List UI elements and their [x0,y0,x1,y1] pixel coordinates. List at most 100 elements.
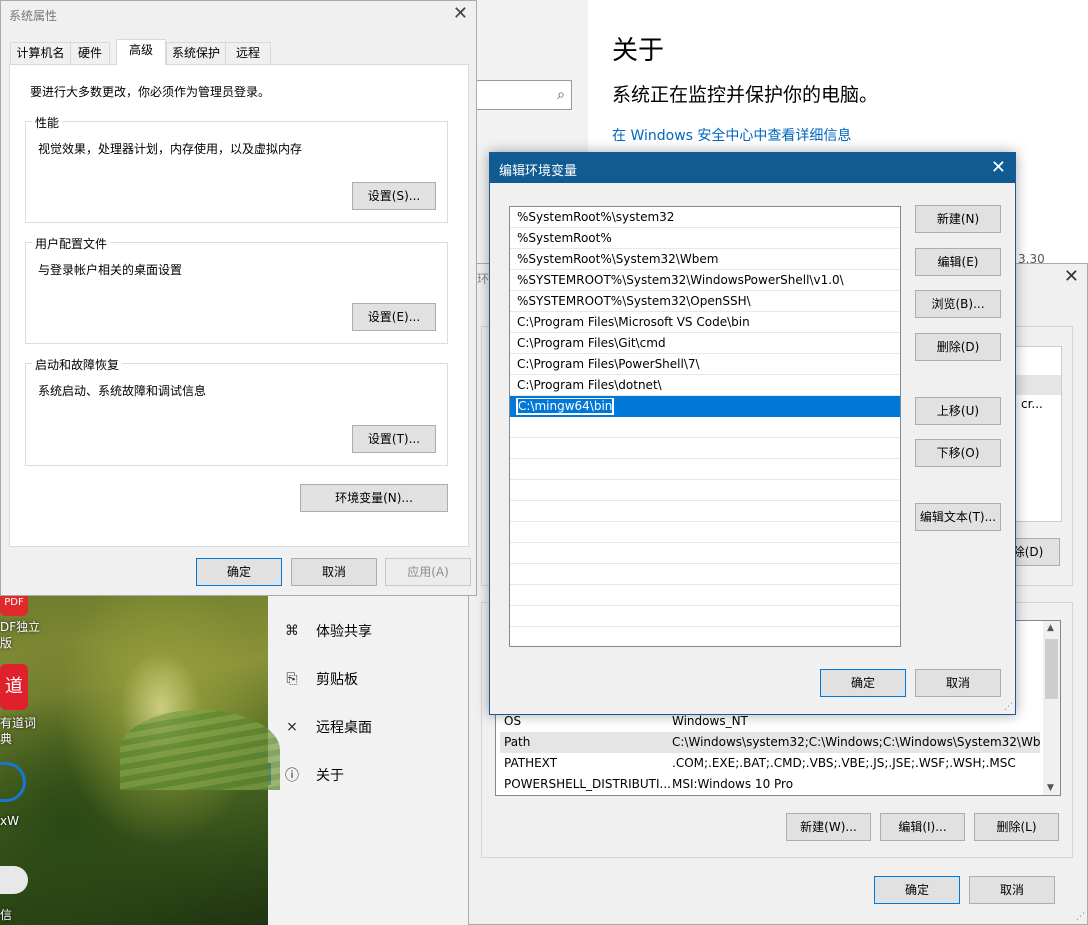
resize-grip-icon[interactable]: ⋰ [1004,702,1013,712]
browse-button[interactable]: 浏览(B)... [915,290,1001,318]
edit-text-button[interactable]: 编辑文本(T)... [915,503,1001,531]
path-item-editing[interactable]: C:\mingw64\bin [510,396,900,417]
close-icon[interactable]: ✕ [1064,266,1079,287]
search-icon: ⌕ [557,87,565,103]
share-icon: ⌘ [285,623,299,639]
tab-advanced[interactable]: 高级 [116,39,166,65]
path-item[interactable]: %SYSTEMROOT%\System32\WindowsPowerShell\… [510,270,900,291]
empty-row [510,606,900,627]
path-item[interactable]: %SYSTEMROOT%\System32\OpenSSH\ [510,291,900,312]
empty-row [510,459,900,480]
security-center-link[interactable]: 在 Windows 安全中心中查看详细信息 [612,125,851,145]
cancel-button[interactable]: 取消 [969,876,1055,904]
ok-button[interactable]: 确定 [874,876,960,904]
desktop-icon-label: 信 [0,908,13,922]
empty-row [510,522,900,543]
variable-name: Path [504,735,531,749]
edit-button[interactable]: 编辑(E) [915,248,1001,276]
scroll-down-icon[interactable]: ▼ [1047,783,1054,793]
table-row[interactable]: POWERSHELL_DISTRIBUTI... MSI:Windows 10 … [500,774,1040,795]
nav-item-label: 剪贴板 [316,672,358,688]
close-icon[interactable]: ✕ [991,157,1006,178]
move-up-button[interactable]: 上移(U) [915,397,1001,425]
tab-remote[interactable]: 远程 [225,42,271,64]
scroll-up-icon[interactable]: ▲ [1047,623,1054,633]
tab-panel-advanced: 要进行大多数更改，你必须作为管理员登录。 性能 视觉效果，处理器计划，内存使用，… [9,64,469,547]
path-item[interactable]: %SystemRoot%\System32\Wbem [510,249,900,270]
path-item[interactable]: %SystemRoot% [510,228,900,249]
desktop-icon-label: 有道词 [0,716,37,730]
user-profiles-settings-button[interactable]: 设置(E)... [352,303,436,331]
environment-variables-button[interactable]: 环境变量(N)... [300,484,448,512]
system-delete-button[interactable]: 删除(L) [974,813,1059,841]
path-item[interactable]: %SystemRoot%\system32 [510,207,900,228]
path-list[interactable]: %SystemRoot%\system32 %SystemRoot% %Syst… [509,206,901,647]
nav-item-label: 关于 [316,768,344,784]
path-edit-input[interactable]: C:\mingw64\bin [515,397,616,416]
youdao-dict-icon[interactable]: 道 [0,664,28,710]
delete-button[interactable]: 删除(D) [915,333,1001,361]
table-row[interactable]: PATHEXT .COM;.EXE;.BAT;.CMD;.VBS;.VBE;.J… [500,753,1040,774]
ok-button[interactable]: 确定 [196,558,282,586]
nav-item-remote-desktop[interactable]: ⨯ 远程桌面 [282,715,372,739]
variable-name: POWERSHELL_DISTRIBUTI... [504,777,671,791]
tab-hardware[interactable]: 硬件 [70,42,110,64]
ok-button[interactable]: 确定 [820,669,906,697]
group-description: 与登录帐户相关的桌面设置 [38,263,183,277]
group-legend: 性能 [32,114,63,131]
variable-name: PATHEXT [504,756,558,770]
scrollbar-thumb[interactable] [1045,639,1058,699]
cancel-button[interactable]: 取消 [915,669,1001,697]
group-legend: 启动和故障恢复 [32,356,123,373]
window-title: 系统属性 [9,9,58,23]
system-new-button[interactable]: 新建(W)... [786,813,871,841]
startup-recovery-group: 启动和故障恢复 系统启动、系统故障和调试信息 设置(T)... [25,356,448,466]
path-item[interactable]: C:\Program Files\dotnet\ [510,375,900,396]
info-icon: ⓘ [285,768,299,784]
tab-system-protection[interactable]: 系统保护 [166,42,226,64]
empty-row [510,501,900,522]
group-legend: 用户配置文件 [32,235,111,252]
settings-search-input[interactable]: ⌕ [476,80,572,110]
empty-row [510,480,900,501]
empty-row [510,585,900,606]
startup-settings-button[interactable]: 设置(T)... [352,425,436,453]
scrollbar[interactable]: ▲ ▼ [1043,621,1060,795]
performance-group: 性能 视觉效果，处理器计划，内存使用，以及虚拟内存 设置(S)... [25,114,448,223]
path-item[interactable]: C:\Program Files\Microsoft VS Code\bin [510,312,900,333]
dialog-titlebar[interactable]: 编辑环境变量 ✕ [490,153,1015,183]
nav-item-clipboard[interactable]: ⎘ 剪贴板 [282,667,358,691]
path-item[interactable]: C:\Program Files\PowerShell\7\ [510,354,900,375]
tab-computer-name[interactable]: 计算机名 [10,42,71,64]
app-circle-icon[interactable] [0,762,26,802]
empty-row [510,438,900,459]
edit-environment-variable-dialog: 编辑环境变量 ✕ %SystemRoot%\system32 %SystemRo… [489,152,1016,715]
table-cell: cr... [1021,397,1043,411]
user-profiles-group: 用户配置文件 与登录帐户相关的桌面设置 设置(E)... [25,235,448,344]
table-row[interactable]: Path C:\Windows\system32;C:\Windows;C:\W… [500,732,1040,753]
variable-value: C:\Windows\system32;C:\Windows;C:\Window… [672,735,1040,749]
move-down-button[interactable]: 下移(O) [915,439,1001,467]
nav-item-shared-experiences[interactable]: ⌘ 体验共享 [282,619,372,643]
close-icon[interactable]: ✕ [453,3,468,24]
window-title: 环 [477,272,490,286]
nav-item-about[interactable]: ⓘ 关于 [282,763,344,787]
wechat-icon[interactable] [0,866,28,894]
path-edit-text: C:\mingw64\bin [518,399,613,413]
empty-row [510,564,900,585]
system-edit-button[interactable]: 编辑(I)... [880,813,965,841]
variable-value: .COM;.EXE;.BAT;.CMD;.VBS;.VBE;.JS;.JSE;.… [672,756,1016,770]
remote-desktop-icon: ⨯ [286,719,298,735]
new-button[interactable]: 新建(N) [915,205,1001,233]
path-item[interactable]: C:\Program Files\Git\cmd [510,333,900,354]
desktop-icon-label: 版 [0,636,13,650]
empty-row [510,417,900,438]
cancel-button[interactable]: 取消 [291,558,377,586]
performance-settings-button[interactable]: 设置(S)... [352,182,436,210]
security-status-text: 系统正在监控并保护你的电脑。 [612,84,879,106]
group-description: 系统启动、系统故障和调试信息 [38,384,207,398]
desktop-icon-label: DF独立 [0,620,41,634]
empty-row [510,627,900,646]
apply-button[interactable]: 应用(A) [385,558,471,586]
resize-grip-icon[interactable]: ⋰ [1076,912,1085,922]
